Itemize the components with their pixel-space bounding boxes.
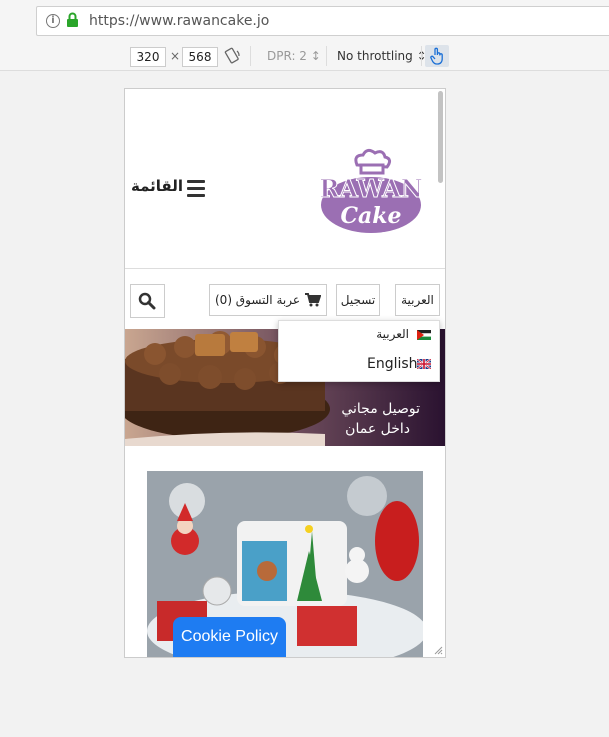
url-text: https://www.rawancake.jo — [89, 13, 270, 29]
cookie-policy-button[interactable]: Cookie Policy — [173, 617, 286, 657]
dpr-select[interactable]: DPR: 2 ↕ — [267, 49, 321, 63]
dimension-separator: × — [170, 49, 181, 63]
search-button[interactable] — [130, 284, 165, 318]
menu-label: القائمة — [131, 177, 183, 195]
rawan-cake-logo[interactable]: RAWAN Cake — [317, 147, 425, 237]
cart-button[interactable]: عربة التسوق (0) — [209, 284, 327, 316]
toolbar-divider — [326, 46, 327, 66]
jordan-flag-icon — [417, 330, 431, 340]
toolbar-divider — [421, 46, 422, 66]
language-option-arabic[interactable]: العربية — [279, 325, 439, 349]
language-option-english-label: English — [367, 356, 418, 372]
hamburger-icon — [187, 180, 205, 201]
resize-handle-icon[interactable] — [433, 645, 443, 655]
signup-button[interactable]: تسجيل — [336, 284, 380, 316]
cart-icon — [305, 293, 322, 307]
device-viewport: RAWAN Cake القائمة عربة التسوق (0) تسجيل… — [124, 88, 446, 658]
url-field[interactable]: i https://www.rawancake.jo — [36, 6, 609, 36]
language-option-english[interactable]: English — [279, 354, 439, 378]
info-icon[interactable]: i — [46, 14, 60, 28]
device-toolbar: 320 × 568 DPR: 2 ↕ No throttling ↕ — [0, 42, 609, 71]
touch-simulation-button[interactable] — [425, 45, 449, 67]
lock-icon — [67, 12, 78, 27]
search-icon — [138, 292, 156, 310]
toolbar-divider — [250, 46, 251, 66]
language-option-arabic-label: العربية — [376, 327, 409, 341]
uk-flag-icon — [417, 359, 431, 369]
language-button[interactable]: العربية — [395, 284, 440, 316]
device-width-input[interactable]: 320 — [130, 47, 166, 67]
throttling-select[interactable]: No throttling ↕ — [337, 49, 427, 63]
address-bar: i https://www.rawancake.jo — [0, 0, 609, 43]
cart-label: عربة التسوق (0) — [214, 293, 301, 307]
logo-text-rawan: RAWAN — [319, 174, 422, 203]
banner-line2: داخل عمان — [345, 421, 410, 437]
pointer-hand-icon — [430, 47, 443, 65]
banner-line1: توصيل مجاني — [341, 401, 420, 417]
rotate-icon[interactable] — [224, 47, 242, 65]
logo-text-cake: Cake — [340, 203, 401, 229]
language-dropdown: العربية English — [278, 320, 440, 382]
site-header: RAWAN Cake القائمة — [125, 89, 445, 269]
nav-row: عربة التسوق (0) تسجيل العربية — [125, 284, 445, 318]
device-height-input[interactable]: 568 — [182, 47, 218, 67]
